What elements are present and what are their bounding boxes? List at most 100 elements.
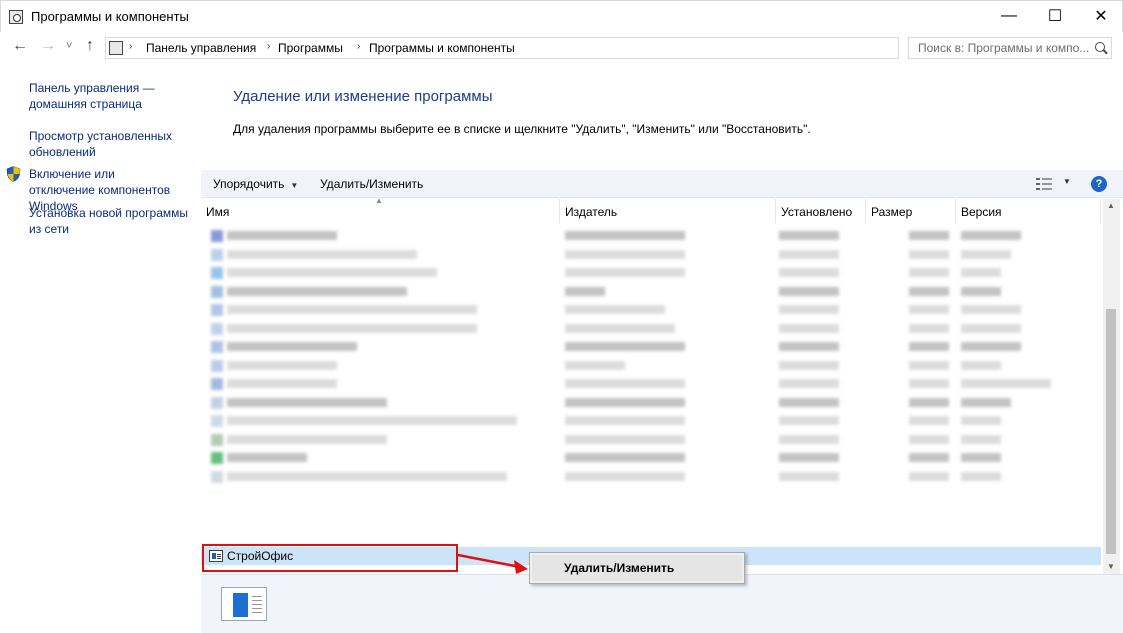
program-list: СтройОфис [201, 223, 1101, 573]
program-icon [211, 322, 223, 335]
obscured-cell [961, 434, 1001, 444]
obscured-cell [227, 323, 477, 333]
program-row[interactable] [201, 227, 1101, 245]
program-row[interactable] [201, 301, 1101, 319]
program-row[interactable] [201, 357, 1101, 375]
obscured-cell [961, 323, 1021, 333]
program-icon [211, 433, 223, 446]
breadcrumb-programs-and-features[interactable]: Программы и компоненты [369, 41, 515, 55]
organize-button[interactable]: Упорядочить ▼ [213, 177, 298, 191]
minimize-button[interactable]: — [986, 1, 1032, 31]
highlight-annotation [202, 544, 458, 572]
program-row[interactable] [201, 338, 1101, 356]
control-panel-icon [9, 10, 23, 24]
program-row[interactable] [201, 412, 1101, 430]
obscured-cell [565, 434, 685, 444]
obscured-cell [779, 268, 839, 277]
obscured-cell [909, 286, 949, 296]
column-size[interactable]: Размер [866, 199, 956, 223]
column-publisher[interactable]: Издатель [560, 199, 776, 223]
column-installed[interactable]: Установлено [776, 199, 866, 223]
breadcrumb-separator[interactable]: › [267, 41, 270, 52]
organize-label: Упорядочить [213, 177, 285, 191]
obscured-cell [961, 305, 1021, 314]
obscured-cell [779, 397, 839, 407]
program-large-icon [221, 587, 267, 621]
obscured-cell [779, 342, 839, 351]
obscured-cell [961, 231, 1021, 240]
context-menu-uninstall-change[interactable]: Удалить/Изменить [532, 555, 742, 581]
back-button[interactable]: ← [12, 37, 28, 55]
obscured-cell [961, 268, 1001, 277]
obscured-cell [565, 471, 685, 481]
program-row[interactable] [201, 431, 1101, 449]
obscured-cell [779, 249, 839, 259]
program-row[interactable] [201, 468, 1101, 486]
nav-view-installed-updates[interactable]: Просмотр установленных обновлений [29, 128, 179, 160]
nav-control-panel-home[interactable]: Панель управления — домашняя страница [29, 80, 169, 112]
breadcrumb-separator[interactable]: › [129, 41, 132, 52]
forward-button[interactable]: → [40, 37, 56, 55]
obscured-cell [227, 434, 387, 444]
scroll-down-icon[interactable]: ▼ [1107, 562, 1115, 571]
obscured-cell [227, 286, 407, 296]
column-header: ▲ Имя Издатель Установлено Размер Версия [201, 196, 1101, 223]
obscured-cell [779, 453, 839, 462]
view-dropdown-icon[interactable]: ▼ [1063, 177, 1071, 186]
uninstall-change-button[interactable]: Удалить/Изменить [320, 177, 423, 191]
address-bar[interactable]: › Панель управления › Программы › Програ… [105, 37, 999, 59]
obscured-cell [961, 416, 1001, 425]
program-row[interactable] [201, 283, 1101, 301]
obscured-cell [779, 471, 839, 481]
obscured-cell [565, 342, 685, 351]
program-row[interactable] [201, 375, 1101, 393]
obscured-cell [961, 286, 1001, 296]
program-row[interactable] [201, 264, 1101, 282]
obscured-cell [227, 453, 307, 462]
program-icon [211, 396, 223, 409]
control-panel-icon [109, 41, 123, 55]
column-name[interactable]: Имя [201, 199, 560, 223]
breadcrumb-control-panel[interactable]: Панель управления [146, 41, 256, 55]
obscured-cell [565, 231, 685, 240]
program-row[interactable] [201, 246, 1101, 264]
obscured-cell [779, 360, 839, 370]
program-row[interactable] [201, 449, 1101, 467]
obscured-cell [909, 397, 949, 407]
program-icon [211, 415, 223, 427]
program-icon [211, 285, 223, 298]
obscured-cell [227, 231, 337, 240]
program-icon [211, 230, 223, 242]
obscured-cell [961, 453, 1001, 462]
breadcrumb-programs[interactable]: Программы [278, 41, 343, 55]
search-box[interactable] [908, 37, 1112, 59]
maximize-button[interactable]: ☐ [1032, 1, 1078, 31]
obscured-cell [565, 397, 685, 407]
scrollbar-thumb[interactable] [1106, 309, 1116, 554]
obscured-cell [909, 360, 949, 370]
search-input[interactable] [909, 38, 1089, 58]
list-scrollbar[interactable]: ▲ ▼ [1103, 199, 1120, 574]
program-icon [211, 248, 223, 261]
recent-locations-button[interactable]: ˅ [66, 40, 72, 52]
obscured-cell [779, 231, 839, 240]
program-row[interactable] [201, 394, 1101, 412]
help-icon[interactable]: ? [1091, 176, 1107, 192]
column-version[interactable]: Версия [956, 199, 1101, 223]
program-row[interactable] [201, 320, 1101, 338]
obscured-cell [961, 379, 1051, 388]
obscured-cell [961, 397, 1011, 407]
search-icon[interactable] [1095, 42, 1105, 52]
nav-install-from-network[interactable]: Установка новой программы из сети [29, 205, 199, 237]
view-options-icon[interactable] [1036, 178, 1052, 190]
program-icon [211, 341, 223, 353]
up-button[interactable]: ↑ [86, 37, 94, 55]
program-icon [211, 304, 223, 316]
scroll-up-icon[interactable]: ▲ [1107, 201, 1115, 210]
breadcrumb-separator[interactable]: › [357, 41, 360, 52]
obscured-cell [909, 268, 949, 277]
close-button[interactable]: ✕ [1078, 1, 1123, 31]
page-title: Удаление или изменение программы [233, 88, 493, 105]
obscured-cell [909, 434, 949, 444]
obscured-cell [779, 416, 839, 425]
